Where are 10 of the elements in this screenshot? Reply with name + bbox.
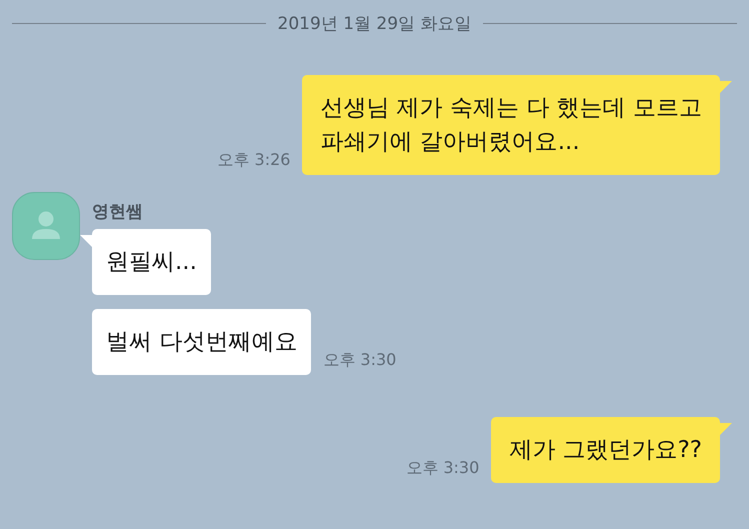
- message-time: 오후 3:30: [406, 458, 480, 479]
- message-time: 오후 3:30: [323, 350, 396, 371]
- message-bubble: 선생님 제가 숙제는 다 했는데 모르고 파쇄기에 갈아버렸어요...: [302, 75, 720, 175]
- date-label: 2019년 1월 29일 화요일: [278, 13, 472, 35]
- message-bubble: 원필씨...: [92, 229, 211, 295]
- avatar-icon: [12, 192, 80, 260]
- message-bubble: 제가 그랬던가요??: [491, 417, 720, 483]
- message-time: 오후 3:26: [217, 150, 290, 171]
- sender-name: 영현쌤: [92, 201, 144, 223]
- message-bubble: 벌써 다섯번째예요: [92, 309, 312, 375]
